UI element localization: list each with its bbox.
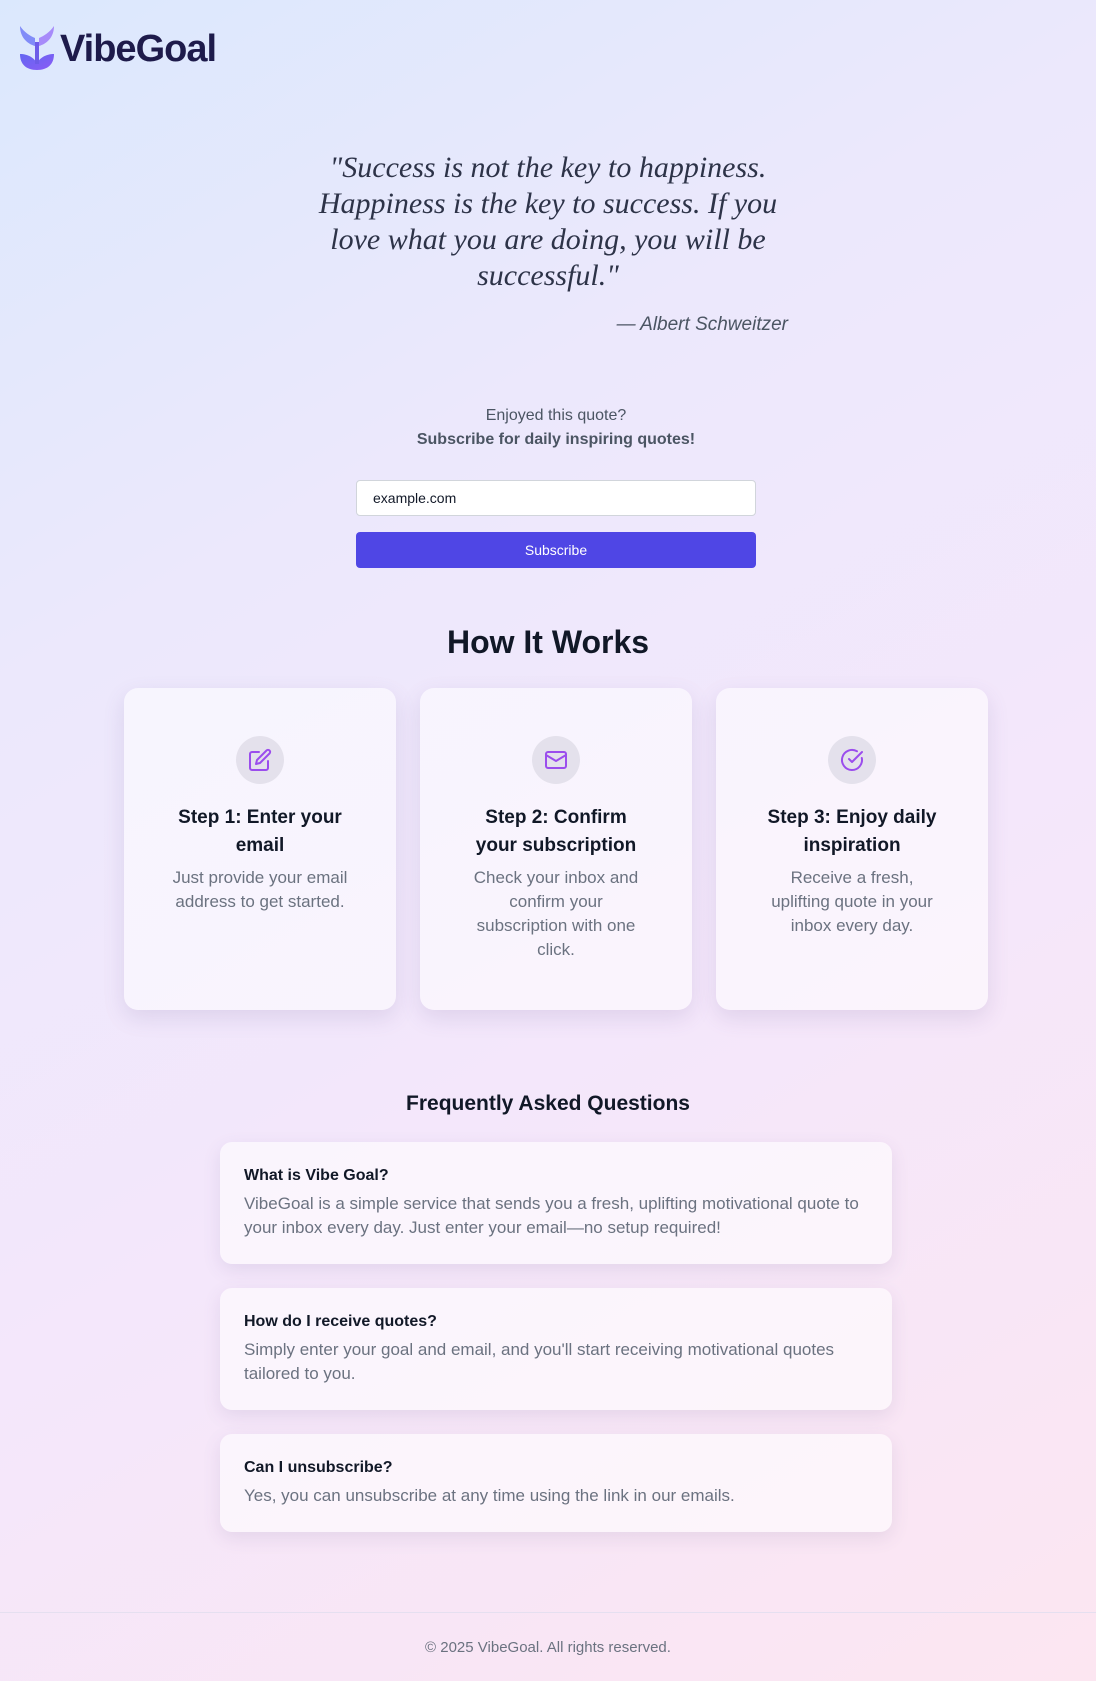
brand-name: VibeGoal (60, 27, 217, 70)
step-card: Step 1: Enter your email Just provide yo… (124, 688, 396, 1010)
site-footer: © 2025 VibeGoal. All rights reserved. (0, 1612, 1096, 1681)
subscribe-section: Enjoyed this quote? Subscribe for daily … (356, 404, 756, 568)
step-card: Step 2: Confirm your subscription Check … (420, 688, 692, 1010)
quote-text: "Success is not the key to happiness. Ha… (318, 151, 778, 292)
step-description: Check your inbox and confirm your subscr… (473, 868, 639, 959)
quote-section: "Success is not the key to happiness. Ha… (0, 150, 1096, 336)
faq-item[interactable]: How do I receive quotes? Simply enter yo… (220, 1288, 892, 1410)
faq-question: What is Vibe Goal? (244, 1167, 389, 1184)
logo[interactable]: VibeGoal (18, 24, 217, 74)
faq-list: What is Vibe Goal? VibeGoal is a simple … (220, 1142, 892, 1532)
email-input[interactable] (356, 480, 756, 516)
faq-answer: VibeGoal is a simple service that sends … (244, 1194, 859, 1237)
subscribe-prompt: Enjoyed this quote? (485, 407, 627, 424)
copyright-text: © 2025 VibeGoal. All rights reserved. (425, 1638, 671, 1656)
step-title: Step 3: Enjoy daily inspiration (767, 807, 937, 856)
how-it-works-title: How It Works (446, 624, 650, 660)
sprout-logo-icon (20, 26, 54, 70)
quote-author: — Albert Schweitzer (616, 314, 788, 335)
mail-icon (532, 736, 580, 784)
step-card: Step 3: Enjoy daily inspiration Receive … (716, 688, 988, 1010)
subscribe-button[interactable]: Subscribe (356, 532, 756, 568)
check-circle-icon (828, 736, 876, 784)
subscribe-cta: Subscribe for daily inspiring quotes! (416, 431, 696, 448)
faq-item[interactable]: Can I unsubscribe? Yes, you can unsubscr… (220, 1434, 892, 1532)
step-description: Receive a fresh, uplifting quote in your… (771, 868, 933, 935)
steps-list: Step 1: Enter your email Just provide yo… (124, 688, 988, 1010)
faq-answer: Simply enter your goal and email, and yo… (244, 1340, 835, 1383)
step-title: Step 2: Confirm your subscription (475, 807, 637, 856)
faq-item[interactable]: What is Vibe Goal? VibeGoal is a simple … (220, 1142, 892, 1264)
edit-icon (236, 736, 284, 784)
step-description: Just provide your email address to get s… (172, 868, 348, 911)
faq-answer: Yes, you can unsubscribe at any time usi… (244, 1486, 735, 1505)
step-title: Step 1: Enter your email (178, 807, 342, 856)
faq-question: How do I receive quotes? (244, 1313, 437, 1330)
faq-title: Frequently Asked Questions (406, 1092, 690, 1115)
faq-question: Can I unsubscribe? (244, 1459, 393, 1476)
